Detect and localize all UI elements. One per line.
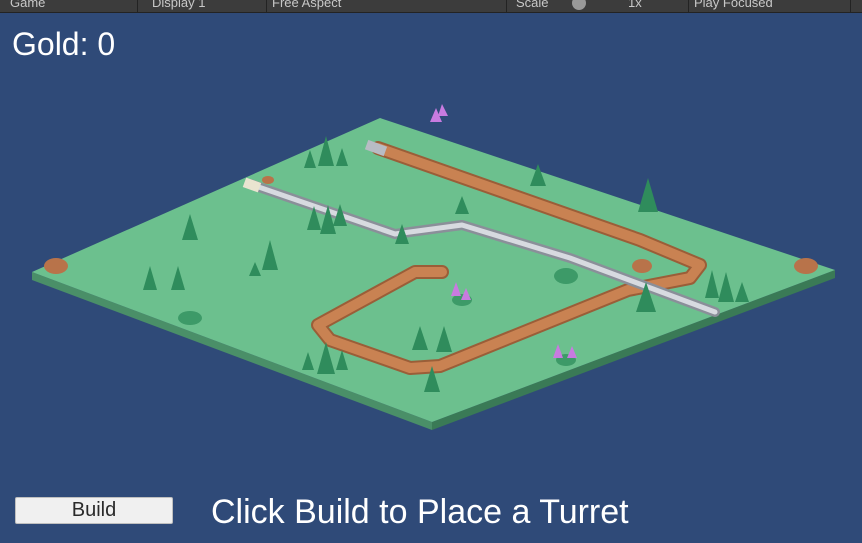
game-scene[interactable] (0, 0, 862, 543)
hint-text: Click Build to Place a Turret (211, 493, 629, 531)
gold-counter: Gold: 0 (12, 26, 116, 62)
build-button[interactable]: Build (15, 497, 173, 524)
